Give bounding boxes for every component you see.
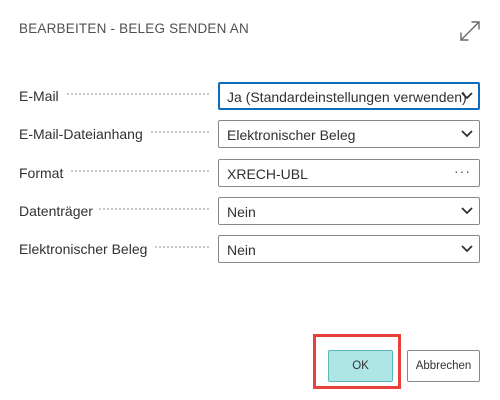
format-label: Format: [19, 165, 70, 181]
row-email: E-Mail Ja (Standardeinstellungen verwend…: [0, 82, 500, 112]
ellipsis-icon[interactable]: ···: [454, 163, 471, 179]
send-document-dialog: BEARBEITEN - BELEG SENDEN AN E-Mail Ja (…: [0, 0, 500, 400]
chevron-down-icon: [461, 130, 473, 138]
electronic-document-label: Elektronischer Beleg: [19, 241, 154, 257]
format-value: XRECH-UBL: [227, 166, 308, 182]
data-carrier-label: Datenträger: [19, 203, 99, 219]
chevron-down-icon: [461, 245, 473, 253]
email-attachment-select[interactable]: Elektronischer Beleg: [218, 120, 480, 148]
dialog-title: BEARBEITEN - BELEG SENDEN AN: [19, 21, 249, 36]
email-attachment-label: E-Mail-Dateianhang: [19, 126, 149, 142]
row-data-carrier: Datenträger Nein: [0, 197, 500, 227]
row-format: Format XRECH-UBL ···: [0, 159, 500, 189]
email-label: E-Mail: [19, 88, 65, 104]
data-carrier-select[interactable]: Nein: [218, 197, 480, 225]
ok-button[interactable]: OK: [328, 350, 393, 382]
cancel-button[interactable]: Abbrechen: [407, 350, 480, 382]
row-email-attachment: E-Mail-Dateianhang Elektronischer Beleg: [0, 120, 500, 150]
email-attachment-value: Elektronischer Beleg: [227, 127, 356, 143]
electronic-document-value: Nein: [227, 242, 256, 258]
chevron-down-icon: [461, 207, 473, 215]
format-lookup-field[interactable]: XRECH-UBL ···: [218, 159, 480, 187]
email-value: Ja (Standardeinstellungen verwenden): [227, 89, 467, 105]
email-select[interactable]: Ja (Standardeinstellungen verwenden): [218, 82, 480, 110]
chevron-down-icon: [461, 92, 473, 100]
data-carrier-value: Nein: [227, 204, 256, 220]
expand-diagonal-icon[interactable]: [458, 19, 482, 43]
electronic-document-select[interactable]: Nein: [218, 235, 480, 263]
row-electronic-document: Elektronischer Beleg Nein: [0, 235, 500, 265]
